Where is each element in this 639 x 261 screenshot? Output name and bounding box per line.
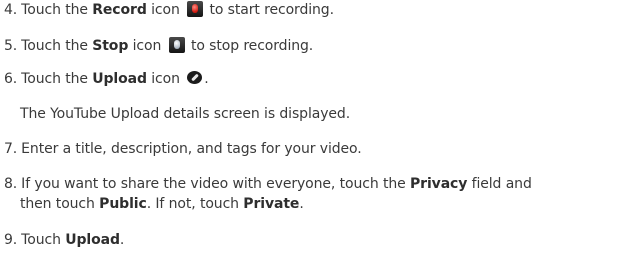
private-label: Private xyxy=(243,196,300,212)
step-text: Touch the xyxy=(21,38,93,54)
public-label: Public xyxy=(99,196,147,212)
step-text: Touch the xyxy=(21,71,93,87)
note-text: The YouTube Upload details screen is dis… xyxy=(20,106,351,122)
stop-icon xyxy=(168,37,185,53)
step-4: 4. Touch the Record icon to start recordi… xyxy=(4,1,334,18)
step-text: Enter a title, description, and tags for… xyxy=(21,141,362,157)
step-number: 6. xyxy=(4,71,18,87)
privacy-label: Privacy xyxy=(410,176,468,192)
step-number: 4. xyxy=(4,2,18,18)
stop-label: Stop xyxy=(92,38,129,54)
step-8-line2: then touch Public. If not, touch Private… xyxy=(20,196,304,212)
step-text: Touch the xyxy=(21,2,93,18)
record-label: Record xyxy=(92,2,147,18)
step-5: 5. Touch the Stop icon to stop recording. xyxy=(4,37,314,54)
step-number: 9. xyxy=(4,232,18,248)
step-text: If you want to share the video with ever… xyxy=(21,176,411,192)
step-8: 8. If you want to share the video with ev… xyxy=(4,176,532,192)
step-note: The YouTube Upload details screen is dis… xyxy=(20,106,350,123)
step-9: 9. Touch Upload. xyxy=(4,232,125,248)
step-text: Touch xyxy=(21,232,66,248)
upload-label: Upload xyxy=(92,71,147,87)
step-7: 7. Enter a title, description, and tags f… xyxy=(4,141,362,158)
upload-final-label: Upload xyxy=(65,232,120,248)
record-icon xyxy=(187,1,204,17)
step-number: 5. xyxy=(4,38,18,54)
step-number: 8. xyxy=(4,176,18,192)
upload-icon xyxy=(187,71,203,84)
step-number: 7. xyxy=(4,141,18,157)
step-6: 6. Touch the Upload icon . xyxy=(4,71,209,87)
